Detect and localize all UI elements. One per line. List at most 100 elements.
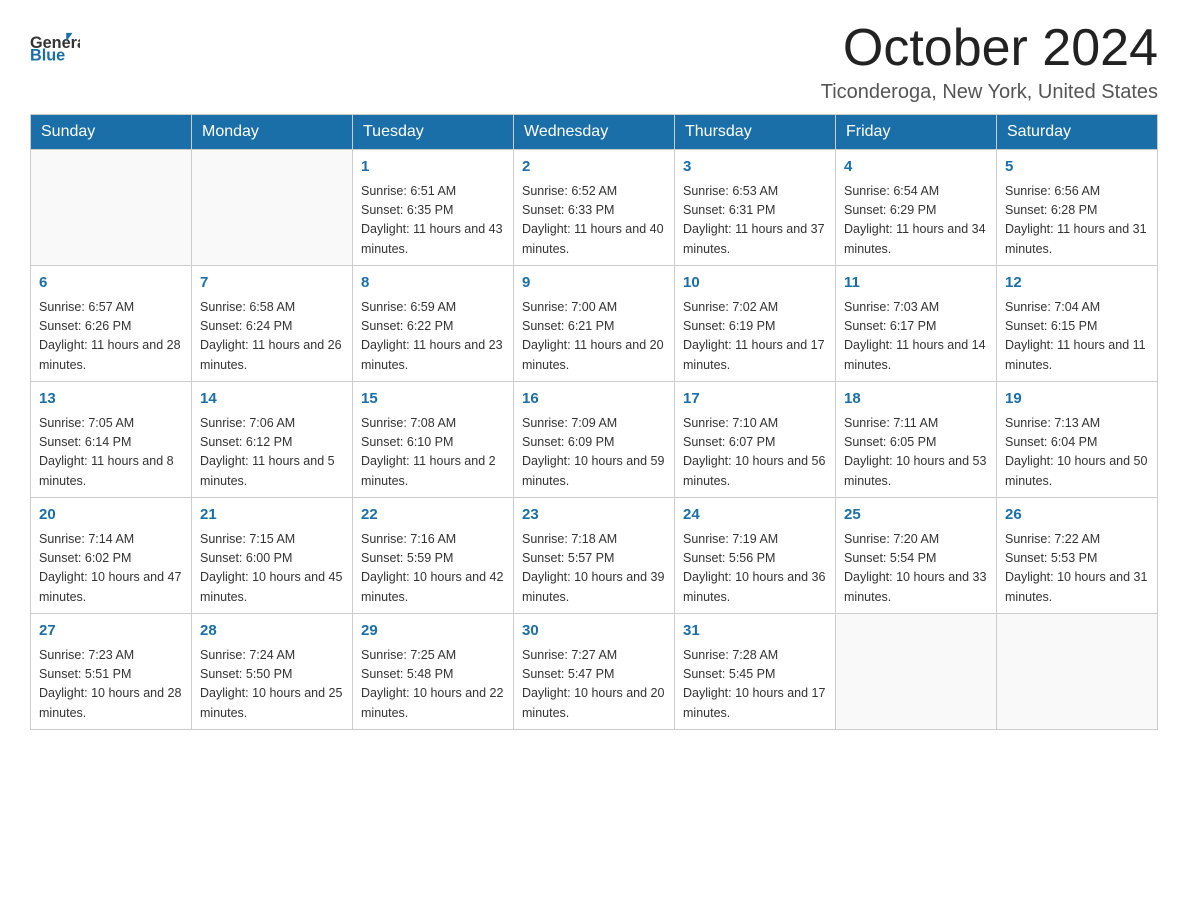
day-info: Sunrise: 7:02 AMSunset: 6:19 PMDaylight:… xyxy=(683,298,827,376)
calendar-cell xyxy=(997,614,1158,730)
calendar-cell: 16 Sunrise: 7:09 AMSunset: 6:09 PMDayligh… xyxy=(514,382,675,498)
day-number: 5 xyxy=(1005,156,1149,179)
day-info: Sunrise: 6:59 AMSunset: 6:22 PMDaylight:… xyxy=(361,298,505,376)
day-number: 7 xyxy=(200,272,344,295)
day-info: Sunrise: 6:57 AMSunset: 6:26 PMDaylight:… xyxy=(39,298,183,376)
calendar-cell: 30 Sunrise: 7:27 AMSunset: 5:47 PMDayligh… xyxy=(514,614,675,730)
day-number: 24 xyxy=(683,504,827,527)
calendar-cell: 25 Sunrise: 7:20 AMSunset: 5:54 PMDayligh… xyxy=(836,498,997,614)
day-number: 16 xyxy=(522,388,666,411)
day-info: Sunrise: 6:54 AMSunset: 6:29 PMDaylight:… xyxy=(844,182,988,260)
calendar-cell: 24 Sunrise: 7:19 AMSunset: 5:56 PMDayligh… xyxy=(675,498,836,614)
day-info: Sunrise: 7:09 AMSunset: 6:09 PMDaylight:… xyxy=(522,414,666,492)
day-info: Sunrise: 7:15 AMSunset: 6:00 PMDaylight:… xyxy=(200,530,344,608)
day-number: 1 xyxy=(361,156,505,179)
calendar-header-row: SundayMondayTuesdayWednesdayThursdayFrid… xyxy=(31,115,1158,150)
calendar-cell: 2 Sunrise: 6:52 AMSunset: 6:33 PMDaylight… xyxy=(514,150,675,266)
day-number: 12 xyxy=(1005,272,1149,295)
calendar-cell: 31 Sunrise: 7:28 AMSunset: 5:45 PMDayligh… xyxy=(675,614,836,730)
calendar-cell: 13 Sunrise: 7:05 AMSunset: 6:14 PMDayligh… xyxy=(31,382,192,498)
weekday-header-saturday: Saturday xyxy=(997,115,1158,150)
calendar-cell xyxy=(192,150,353,266)
day-number: 13 xyxy=(39,388,183,411)
day-info: Sunrise: 7:06 AMSunset: 6:12 PMDaylight:… xyxy=(200,414,344,492)
calendar-cell: 29 Sunrise: 7:25 AMSunset: 5:48 PMDayligh… xyxy=(353,614,514,730)
day-number: 25 xyxy=(844,504,988,527)
day-number: 27 xyxy=(39,620,183,643)
calendar-week-row: 1 Sunrise: 6:51 AMSunset: 6:35 PMDaylight… xyxy=(31,150,1158,266)
calendar-week-row: 13 Sunrise: 7:05 AMSunset: 6:14 PMDayligh… xyxy=(31,382,1158,498)
calendar-cell: 19 Sunrise: 7:13 AMSunset: 6:04 PMDayligh… xyxy=(997,382,1158,498)
weekday-header-tuesday: Tuesday xyxy=(353,115,514,150)
logo: General Blue xyxy=(30,20,80,70)
day-number: 31 xyxy=(683,620,827,643)
calendar-week-row: 20 Sunrise: 7:14 AMSunset: 6:02 PMDayligh… xyxy=(31,498,1158,614)
day-info: Sunrise: 7:23 AMSunset: 5:51 PMDaylight:… xyxy=(39,646,183,724)
weekday-header-friday: Friday xyxy=(836,115,997,150)
calendar-cell: 26 Sunrise: 7:22 AMSunset: 5:53 PMDayligh… xyxy=(997,498,1158,614)
day-info: Sunrise: 7:27 AMSunset: 5:47 PMDaylight:… xyxy=(522,646,666,724)
page-header: General Blue October 2024 Ticonderoga, N… xyxy=(30,20,1158,104)
day-number: 17 xyxy=(683,388,827,411)
day-info: Sunrise: 7:20 AMSunset: 5:54 PMDaylight:… xyxy=(844,530,988,608)
weekday-header-sunday: Sunday xyxy=(31,115,192,150)
day-info: Sunrise: 6:58 AMSunset: 6:24 PMDaylight:… xyxy=(200,298,344,376)
calendar-week-row: 27 Sunrise: 7:23 AMSunset: 5:51 PMDayligh… xyxy=(31,614,1158,730)
day-number: 2 xyxy=(522,156,666,179)
title-area: October 2024 Ticonderoga, New York, Unit… xyxy=(821,20,1158,104)
day-info: Sunrise: 7:05 AMSunset: 6:14 PMDaylight:… xyxy=(39,414,183,492)
calendar-cell: 4 Sunrise: 6:54 AMSunset: 6:29 PMDaylight… xyxy=(836,150,997,266)
day-number: 18 xyxy=(844,388,988,411)
calendar-table: SundayMondayTuesdayWednesdayThursdayFrid… xyxy=(30,114,1158,730)
calendar-cell xyxy=(31,150,192,266)
day-info: Sunrise: 7:08 AMSunset: 6:10 PMDaylight:… xyxy=(361,414,505,492)
day-info: Sunrise: 7:25 AMSunset: 5:48 PMDaylight:… xyxy=(361,646,505,724)
day-number: 15 xyxy=(361,388,505,411)
day-info: Sunrise: 7:13 AMSunset: 6:04 PMDaylight:… xyxy=(1005,414,1149,492)
day-info: Sunrise: 7:22 AMSunset: 5:53 PMDaylight:… xyxy=(1005,530,1149,608)
calendar-cell: 17 Sunrise: 7:10 AMSunset: 6:07 PMDayligh… xyxy=(675,382,836,498)
calendar-cell: 6Sunrise: 6:57 AMSunset: 6:26 PMDaylight… xyxy=(31,266,192,382)
calendar-cell: 23Sunrise: 7:18 AMSunset: 5:57 PMDayligh… xyxy=(514,498,675,614)
day-info: Sunrise: 6:52 AMSunset: 6:33 PMDaylight:… xyxy=(522,182,666,260)
calendar-week-row: 6Sunrise: 6:57 AMSunset: 6:26 PMDaylight… xyxy=(31,266,1158,382)
day-number: 3 xyxy=(683,156,827,179)
calendar-cell: 28Sunrise: 7:24 AMSunset: 5:50 PMDayligh… xyxy=(192,614,353,730)
svg-text:Blue: Blue xyxy=(30,46,65,64)
day-info: Sunrise: 7:28 AMSunset: 5:45 PMDaylight:… xyxy=(683,646,827,724)
day-number: 23 xyxy=(522,504,666,527)
logo-icon: General Blue xyxy=(30,20,80,70)
day-number: 26 xyxy=(1005,504,1149,527)
day-number: 10 xyxy=(683,272,827,295)
day-info: Sunrise: 7:03 AMSunset: 6:17 PMDaylight:… xyxy=(844,298,988,376)
calendar-cell: 20 Sunrise: 7:14 AMSunset: 6:02 PMDayligh… xyxy=(31,498,192,614)
day-number: 11 xyxy=(844,272,988,295)
day-info: Sunrise: 6:51 AMSunset: 6:35 PMDaylight:… xyxy=(361,182,505,260)
day-number: 14 xyxy=(200,388,344,411)
day-info: Sunrise: 7:24 AMSunset: 5:50 PMDaylight:… xyxy=(200,646,344,724)
day-number: 20 xyxy=(39,504,183,527)
day-info: Sunrise: 6:56 AMSunset: 6:28 PMDaylight:… xyxy=(1005,182,1149,260)
day-info: Sunrise: 7:19 AMSunset: 5:56 PMDaylight:… xyxy=(683,530,827,608)
day-info: Sunrise: 7:10 AMSunset: 6:07 PMDaylight:… xyxy=(683,414,827,492)
calendar-cell: 5 Sunrise: 6:56 AMSunset: 6:28 PMDaylight… xyxy=(997,150,1158,266)
weekday-header-wednesday: Wednesday xyxy=(514,115,675,150)
calendar-cell: 14 Sunrise: 7:06 AMSunset: 6:12 PMDayligh… xyxy=(192,382,353,498)
weekday-header-monday: Monday xyxy=(192,115,353,150)
day-number: 30 xyxy=(522,620,666,643)
day-info: Sunrise: 6:53 AMSunset: 6:31 PMDaylight:… xyxy=(683,182,827,260)
calendar-cell: 21Sunrise: 7:15 AMSunset: 6:00 PMDayligh… xyxy=(192,498,353,614)
location-title: Ticonderoga, New York, United States xyxy=(821,81,1158,104)
day-info: Sunrise: 7:04 AMSunset: 6:15 PMDaylight:… xyxy=(1005,298,1149,376)
calendar-cell xyxy=(836,614,997,730)
day-number: 4 xyxy=(844,156,988,179)
calendar-cell: 11 Sunrise: 7:03 AMSunset: 6:17 PMDayligh… xyxy=(836,266,997,382)
month-title: October 2024 xyxy=(821,20,1158,77)
day-info: Sunrise: 7:11 AMSunset: 6:05 PMDaylight:… xyxy=(844,414,988,492)
calendar-cell: 8Sunrise: 6:59 AMSunset: 6:22 PMDaylight… xyxy=(353,266,514,382)
weekday-header-thursday: Thursday xyxy=(675,115,836,150)
day-number: 19 xyxy=(1005,388,1149,411)
day-number: 29 xyxy=(361,620,505,643)
day-info: Sunrise: 7:00 AMSunset: 6:21 PMDaylight:… xyxy=(522,298,666,376)
day-info: Sunrise: 7:14 AMSunset: 6:02 PMDaylight:… xyxy=(39,530,183,608)
